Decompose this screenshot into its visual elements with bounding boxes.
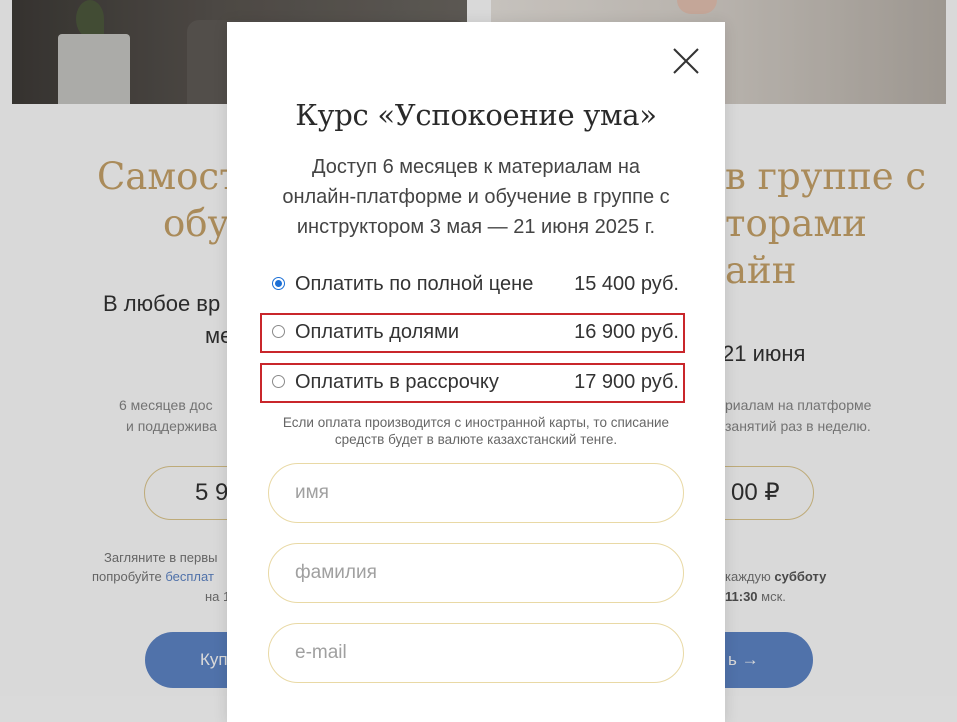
payment-option-label: Оплатить в рассрочку bbox=[295, 371, 499, 393]
course-description: Доступ 6 месяцев к материалам на онлайн-… bbox=[257, 152, 695, 242]
email-input[interactable] bbox=[268, 623, 684, 683]
foreign-card-note: Если оплата производится с иностранной к… bbox=[257, 414, 695, 448]
radio-full-price[interactable] bbox=[272, 277, 285, 290]
payment-option-label: Оплатить по полной цене bbox=[295, 273, 534, 295]
note-line-2: средств будет в валюте казахстанский тен… bbox=[334, 432, 618, 447]
payment-option-price: 17 900 руб. bbox=[574, 371, 679, 393]
close-x-icon bbox=[673, 48, 699, 74]
payment-option-label: Оплатить долями bbox=[295, 321, 459, 343]
name-input[interactable] bbox=[268, 463, 684, 523]
note-line-1: Если оплата производится с иностранной к… bbox=[282, 415, 670, 430]
payment-option-price: 16 900 руб. bbox=[574, 321, 679, 343]
payment-option-installments[interactable]: Оплатить долями 16 900 руб. bbox=[260, 313, 685, 353]
surname-input[interactable] bbox=[268, 543, 684, 603]
payment-option-credit[interactable]: Оплатить в рассрочку 17 900 руб. bbox=[260, 363, 685, 403]
radio-installments[interactable] bbox=[272, 325, 285, 338]
payment-option-price: 15 400 руб. bbox=[574, 273, 679, 295]
description-line-2: онлайн-платформе и обучение в группе с bbox=[282, 186, 670, 208]
description-line-3: инструктором 3 мая — 21 июня 2025 г. bbox=[296, 216, 656, 238]
radio-credit[interactable] bbox=[272, 375, 285, 388]
payment-option-full[interactable]: Оплатить по полной цене 15 400 руб. bbox=[260, 265, 685, 305]
description-line-1: Доступ 6 месяцев к материалам на bbox=[311, 156, 641, 178]
modal-title: Курс «Успокоение ума» bbox=[295, 98, 657, 132]
course-payment-modal: Курс «Успокоение ума» Доступ 6 месяцев к… bbox=[227, 22, 725, 722]
close-button[interactable] bbox=[672, 47, 700, 75]
